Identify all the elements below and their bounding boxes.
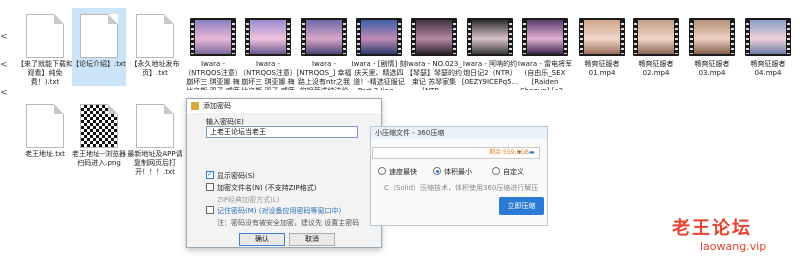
file-name: Iwara - （NTRQOS注意）崩坏三 琪亚娜 梅比乌斯 双子 威廉 斯..… <box>239 60 297 90</box>
encrypt-filenames-checkbox[interactable] <box>206 183 214 191</box>
dialog-titlebar: 添加密码 <box>187 99 381 113</box>
password-input[interactable]: 上老王论坛当老王 <box>206 126 358 138</box>
file-name: 老王地址.txt <box>25 150 65 158</box>
video-thumbnail <box>356 18 402 56</box>
file-name: 【来了就能下载和观看】纯免费！).txt <box>17 60 73 86</box>
watermark-url: laowang.vip <box>700 240 767 253</box>
show-password-label: 显示密码(S) <box>217 172 255 180</box>
file-item[interactable]: 【永久地址发布页】.txt <box>128 8 182 86</box>
file-name: Iwara - （NTRQOS注意）崩坏三 琪亚娜 梅比乌斯 双子 威廉 斯..… <box>184 60 242 90</box>
file-name: 畅爽征服者02.mp4 <box>638 60 674 77</box>
file-name: 最新地址及APP请复制网页后打开！！！.txt <box>127 150 183 176</box>
remember-password-checkbox[interactable] <box>206 206 214 214</box>
video-thumbnail <box>467 18 513 56</box>
file-name: 畅爽征服者01.mp4 <box>584 60 620 77</box>
file-name: 【论坛介绍】.txt <box>72 60 126 68</box>
compress-dialog-title: 小压缩文件 - 360压缩 <box>371 127 547 139</box>
qr-code-image <box>80 104 118 148</box>
file-item[interactable]: 畅爽征服者04.mp4 <box>741 8 795 86</box>
video-thumbnail <box>245 18 291 56</box>
file-item[interactable]: 【论坛介绍】.txt <box>72 8 126 86</box>
file-name: Iwara - NO.023_【琴瑟】琴瑟的约束记 苏琴家集 [NTR... <box>406 60 462 90</box>
file-item[interactable]: 畅爽征服者02.mp4 <box>629 8 683 86</box>
file-item[interactable]: Iwara - （NTRQOS注意）崩坏三 琪亚娜 梅比乌斯 双子 威廉 斯..… <box>184 8 242 90</box>
compress-hint: C（Solid）压缩技术，体积使用360压缩进行解压 <box>384 184 539 192</box>
file-item[interactable]: Iwara - [NTRQOS_] 幸福路上没有ntr之我的坦蒂诺纯洁伦娜... <box>296 8 352 90</box>
file-item[interactable]: Iwara - （NTRQOS注意）崩坏三 琪亚娜 梅比乌斯 双子 威廉 斯..… <box>239 8 297 90</box>
chevron-down-icon[interactable]: ▾ <box>518 148 521 158</box>
folder-icon[interactable]: ▬ <box>529 148 535 158</box>
file-item[interactable]: Iwara - 阿呐的约炮日记2（NTR）[0EZY9ICEPq5... <box>462 8 518 86</box>
left-edge-mark: < <box>0 88 8 98</box>
file-name: Iwara - 阿呐的约炮日记2（NTR）[0EZY9ICEPq5... <box>461 60 519 86</box>
encrypt-filenames-label: 加密文件名(N) (不支持ZIP格式) <box>217 184 317 192</box>
text-file-icon <box>136 104 174 148</box>
text-file-icon <box>26 104 64 148</box>
file-item[interactable]: Iwara - NO.023_【琴瑟】琴瑟的约束记 苏琴家集 [NTR... <box>406 8 462 90</box>
start-compress-button[interactable]: 立即压缩 <box>499 197 544 215</box>
text-file-icon <box>80 14 118 58</box>
security-note: 注：密码没有被安全加密，建议先 设置主密码 <box>217 219 360 227</box>
dialog-title: 添加密码 <box>203 102 231 110</box>
file-name: 畅爽征服者03.mp4 <box>694 60 730 77</box>
file-item[interactable]: Iwara - [剧情] 刻庆天里、精选四道！-精选征服记 Part 2 Jin… <box>352 8 406 90</box>
file-name: Iwara - [剧情] 刻庆天里、精选四道！-精选征服记 Part 2 Jin… <box>351 60 407 90</box>
desktop-file-view: < < < 【来了就能下载和观看】纯免费！).txt 【论坛介绍】.txt 【永久地… <box>0 0 800 262</box>
video-thumbnail <box>190 18 236 56</box>
option-smallest-label: 体积最小 <box>444 168 472 176</box>
file-item[interactable]: 最新地址及APP请复制网页后打开！！！.txt <box>127 98 183 176</box>
file-name: 老王地址--浏览器扫码进入.png <box>71 150 127 167</box>
text-file-icon <box>136 14 174 58</box>
text-file-icon <box>26 14 64 58</box>
save-path-field[interactable]: 剩余:559.8GB ▾ ▬ <box>372 147 540 159</box>
video-thumbnail <box>689 18 735 56</box>
left-edge-mark: < <box>0 60 8 70</box>
show-password-checkbox[interactable] <box>206 170 214 179</box>
video-thumbnail <box>411 18 457 56</box>
video-thumbnail <box>633 18 679 56</box>
option-fastest-radio[interactable] <box>378 167 386 175</box>
left-edge-mark: < <box>0 32 8 42</box>
file-item[interactable]: 老王地址--浏览器扫码进入.png <box>72 98 126 176</box>
file-item[interactable]: Iwara - 雷电将军(自由乐_SEX [Raiden Shogun] [a2… <box>518 8 572 90</box>
video-thumbnail <box>579 18 625 56</box>
video-thumbnail <box>301 18 347 56</box>
video-thumbnail <box>745 18 791 56</box>
file-item[interactable]: 老王地址.txt <box>18 98 72 176</box>
video-thumbnail <box>522 18 568 56</box>
confirm-button[interactable]: 确认 <box>239 233 285 246</box>
file-item[interactable]: 畅爽征服者03.mp4 <box>685 8 739 86</box>
remember-password-label: 记住密码(M) (对设备应用密码等窗口中) <box>217 207 342 215</box>
zip-legacy-label: ZIP经典加密方式(L) <box>217 196 280 204</box>
file-name: Iwara - [NTRQOS_] 幸福路上没有ntr之我的坦蒂诺纯洁伦娜... <box>296 60 352 90</box>
disk-free-text: 剩余:559.8GB <box>489 149 529 156</box>
option-smallest-radio[interactable] <box>433 167 441 175</box>
option-custom-label: 自定义 <box>503 168 524 176</box>
lock-icon <box>191 102 199 110</box>
file-name: 畅爽征服者04.mp4 <box>750 60 786 77</box>
watermark-logo: 老王论坛 <box>672 218 752 239</box>
cancel-button[interactable]: 取消 <box>289 233 335 246</box>
option-fastest-label: 速度最快 <box>389 168 417 176</box>
file-name: 【永久地址发布页】.txt <box>130 60 180 77</box>
file-item[interactable]: 畅爽征服者01.mp4 <box>575 8 629 86</box>
option-custom-radio[interactable] <box>492 167 500 175</box>
file-item[interactable]: 【来了就能下载和观看】纯免费！).txt <box>17 8 73 86</box>
file-name: Iwara - 雷电将军(自由乐_SEX [Raiden Shogun] [a2… <box>517 60 573 90</box>
